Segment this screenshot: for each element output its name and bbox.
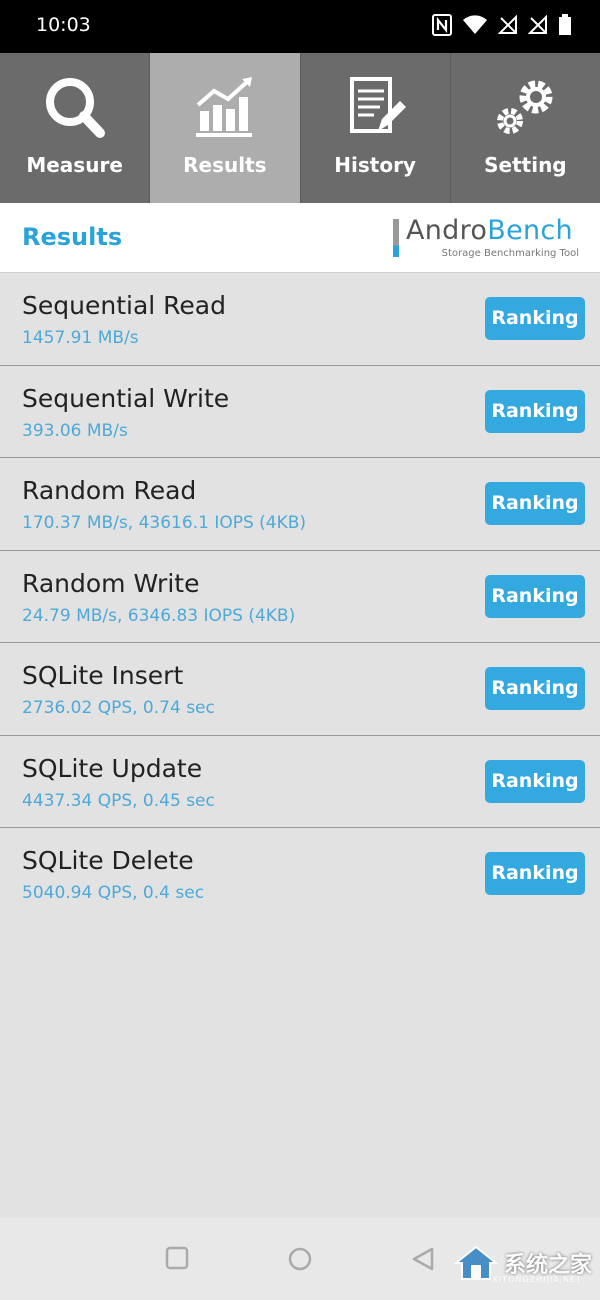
- tab-label: Results: [183, 153, 267, 177]
- ranking-button[interactable]: Ranking: [485, 574, 585, 618]
- tab-label: Setting: [484, 153, 567, 177]
- status-time: 10:03: [36, 14, 91, 36]
- square-icon: [165, 1246, 189, 1270]
- tab-bar: Measure Results History Setting: [0, 53, 600, 203]
- chart-icon: [195, 77, 252, 137]
- result-value: 2736.02 QPS, 0.74 sec: [22, 698, 215, 718]
- result-value: 170.37 MB/s, 43616.1 IOPS (4KB): [22, 513, 307, 533]
- watermark: 系统之家 XITONGZHIJIA.NET: [453, 1245, 592, 1284]
- tab-results[interactable]: Results: [150, 53, 301, 203]
- ranking-button[interactable]: Ranking: [485, 297, 585, 340]
- list-item: SQLite Update 4437.34 QPS, 0.45 sec Rank…: [0, 736, 600, 828]
- no-signal-icon: [528, 15, 548, 35]
- result-value: 4437.34 QPS, 0.45 sec: [22, 790, 215, 811]
- logo-text: AndroBench: [406, 215, 573, 246]
- ranking-button[interactable]: Ranking: [485, 852, 585, 895]
- list-item: SQLite Delete 5040.94 QPS, 0.4 sec Ranki…: [0, 828, 600, 921]
- recents-button[interactable]: [165, 1246, 189, 1274]
- status-icons: [432, 14, 572, 36]
- ranking-button[interactable]: Ranking: [485, 667, 585, 710]
- result-title: Random Write: [22, 568, 200, 598]
- result-title: SQLite Insert: [22, 661, 184, 690]
- ranking-button[interactable]: Ranking: [485, 482, 585, 525]
- battery-icon: [558, 14, 572, 36]
- home-button[interactable]: [287, 1246, 313, 1276]
- result-title: Sequential Read: [22, 291, 226, 320]
- result-value: 24.79 MB/s, 6346.83 IOPS (4KB): [22, 605, 296, 626]
- logo-andro: Andro: [406, 215, 488, 246]
- results-header: Results AndroBench Storage Benchmarking …: [0, 203, 600, 273]
- logo-bar: [393, 219, 399, 257]
- gears-icon: [497, 80, 553, 134]
- logo-subtitle: Storage Benchmarking Tool: [441, 248, 579, 259]
- result-value: 393.06 MB/s: [22, 420, 128, 441]
- wifi-icon: [462, 15, 488, 35]
- watermark-subtext: XITONGZHIJIA.NET: [492, 1275, 582, 1284]
- list-item: Sequential Read 1457.91 MB/s Ranking: [0, 273, 600, 366]
- androbench-logo: AndroBench Storage Benchmarking Tool: [393, 215, 583, 261]
- logo-bench: Bench: [487, 215, 573, 246]
- list-item: Random Read 170.37 MB/s, 43616.1 IOPS (4…: [0, 458, 600, 551]
- tab-label: Measure: [26, 153, 123, 177]
- result-title: Random Read: [22, 476, 197, 505]
- nfc-icon: [432, 14, 452, 36]
- result-title: SQLite Update: [22, 753, 203, 783]
- document-edit-icon: [350, 77, 407, 133]
- no-signal-icon: [498, 15, 518, 35]
- circle-icon: [288, 1247, 312, 1271]
- result-value: 1457.91 MB/s: [22, 328, 139, 348]
- list-item: Random Write 24.79 MB/s, 6346.83 IOPS (4…: [0, 551, 600, 643]
- tab-measure[interactable]: Measure: [0, 53, 151, 203]
- result-title: SQLite Delete: [22, 846, 194, 875]
- ranking-button[interactable]: Ranking: [485, 759, 585, 803]
- page-title: Results: [22, 223, 123, 251]
- result-title: Sequential Write: [22, 383, 230, 413]
- tab-history[interactable]: History: [301, 53, 451, 203]
- tab-label: History: [334, 153, 416, 177]
- house-logo-icon: [453, 1245, 498, 1280]
- result-value: 5040.94 QPS, 0.4 sec: [22, 883, 205, 903]
- ranking-button[interactable]: Ranking: [485, 389, 585, 433]
- list-item: SQLite Insert 2736.02 QPS, 0.74 sec Rank…: [0, 643, 600, 736]
- list-item: Sequential Write 393.06 MB/s Ranking: [0, 366, 600, 458]
- triangle-back-icon: [412, 1247, 434, 1271]
- magnifier-icon: [45, 78, 105, 138]
- results-list: Sequential Read 1457.91 MB/s Ranking Seq…: [0, 273, 600, 921]
- status-bar: 10:03: [0, 0, 600, 53]
- back-button[interactable]: [410, 1246, 436, 1276]
- tab-setting[interactable]: Setting: [451, 53, 600, 203]
